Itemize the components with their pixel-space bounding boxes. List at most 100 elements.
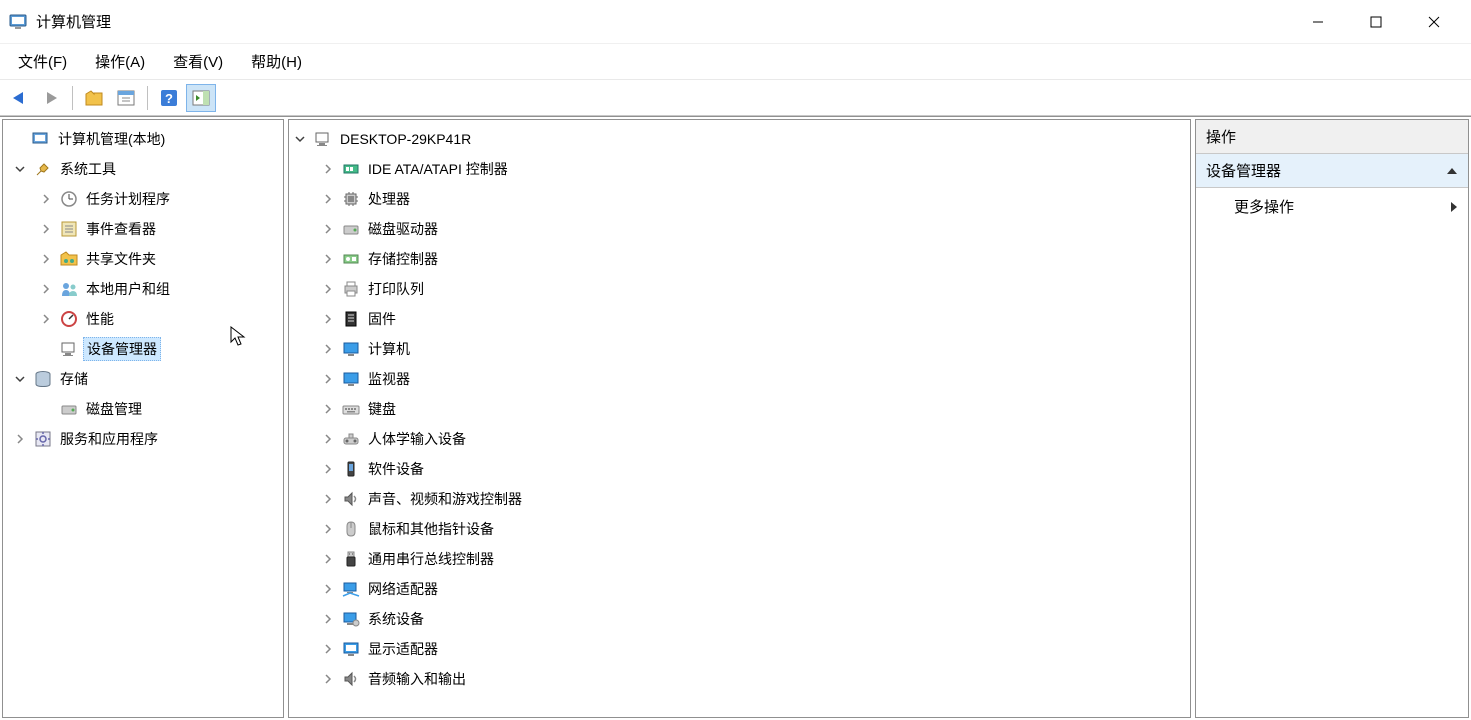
more-actions-item[interactable]: 更多操作 (1196, 188, 1468, 225)
performance-icon (59, 309, 79, 329)
device-category-audio-io[interactable]: 音频输入和输出 (289, 664, 1190, 694)
device-tree: DESKTOP-29KP41R IDE ATA/ATAPI 控制器 处理器 磁盘… (289, 120, 1190, 698)
device-category-disk-drives[interactable]: 磁盘驱动器 (289, 214, 1190, 244)
hard-disk-icon (341, 219, 361, 239)
forward-button[interactable] (36, 84, 66, 112)
maximize-button[interactable] (1347, 0, 1405, 44)
hid-icon (341, 429, 361, 449)
show-actions-pane-button[interactable] (186, 84, 216, 112)
event-log-icon (59, 219, 79, 239)
tree-device-manager[interactable]: 设备管理器 (3, 334, 283, 364)
device-category-software[interactable]: 软件设备 (289, 454, 1190, 484)
menu-file[interactable]: 文件(F) (6, 47, 79, 76)
chevron-right-icon[interactable] (37, 310, 55, 328)
device-category-computer[interactable]: 计算机 (289, 334, 1190, 364)
device-root[interactable]: DESKTOP-29KP41R (289, 124, 1190, 154)
tree-system-tools[interactable]: 系统工具 (3, 154, 283, 184)
device-category-system[interactable]: 系统设备 (289, 604, 1190, 634)
device-category-hid[interactable]: 人体学输入设备 (289, 424, 1190, 454)
system-device-icon (341, 609, 361, 629)
tree-services-apps[interactable]: 服务和应用程序 (3, 424, 283, 454)
device-category-display[interactable]: 显示适配器 (289, 634, 1190, 664)
tree-local-users[interactable]: 本地用户和组 (3, 274, 283, 304)
usb-icon (341, 549, 361, 569)
computer-management-icon (31, 129, 51, 149)
device-category-keyboards[interactable]: 键盘 (289, 394, 1190, 424)
device-category-firmware[interactable]: 固件 (289, 304, 1190, 334)
device-category-print-queues[interactable]: 打印队列 (289, 274, 1190, 304)
clock-icon (59, 189, 79, 209)
actions-section-title[interactable]: 设备管理器 (1196, 154, 1468, 188)
tree-performance[interactable]: 性能 (3, 304, 283, 334)
tree-item-label: 任务计划程序 (83, 188, 173, 210)
tree-item-label: 本地用户和组 (83, 278, 173, 300)
chevron-right-icon[interactable] (319, 430, 337, 448)
chevron-right-icon[interactable] (319, 670, 337, 688)
chevron-right-icon[interactable] (319, 340, 337, 358)
chevron-right-icon[interactable] (319, 280, 337, 298)
chevron-down-icon[interactable] (11, 370, 29, 388)
chevron-right-icon[interactable] (319, 250, 337, 268)
chevron-right-icon[interactable] (37, 280, 55, 298)
device-category-processor[interactable]: 处理器 (289, 184, 1190, 214)
chevron-down-icon[interactable] (11, 160, 29, 178)
keyboard-icon (341, 399, 361, 419)
device-category-sound[interactable]: 声音、视频和游戏控制器 (289, 484, 1190, 514)
menu-action[interactable]: 操作(A) (83, 47, 157, 76)
device-label: 音频输入和输出 (365, 668, 469, 690)
chevron-right-icon[interactable] (319, 490, 337, 508)
chevron-right-icon[interactable] (37, 220, 55, 238)
chevron-right-icon[interactable] (11, 430, 29, 448)
device-category-usb[interactable]: 通用串行总线控制器 (289, 544, 1190, 574)
tree-root[interactable]: 计算机管理(本地) (3, 124, 283, 154)
menu-help[interactable]: 帮助(H) (239, 47, 314, 76)
device-root-label: DESKTOP-29KP41R (337, 130, 474, 148)
chevron-right-icon[interactable] (319, 310, 337, 328)
chevron-right-icon[interactable] (319, 550, 337, 568)
device-label: 计算机 (365, 338, 413, 360)
tree-shared-folders[interactable]: 共享文件夹 (3, 244, 283, 274)
minimize-button[interactable] (1289, 0, 1347, 44)
toolbar-separator (72, 86, 73, 110)
chevron-right-icon[interactable] (319, 400, 337, 418)
device-category-mice[interactable]: 鼠标和其他指针设备 (289, 514, 1190, 544)
monitor-icon (341, 369, 361, 389)
chevron-right-icon[interactable] (319, 460, 337, 478)
toolbar-separator (147, 86, 148, 110)
properties-button[interactable] (111, 84, 141, 112)
device-category-storage-controllers[interactable]: 存储控制器 (289, 244, 1190, 274)
back-button[interactable] (4, 84, 34, 112)
device-label: 键盘 (365, 398, 399, 420)
tree-storage[interactable]: 存储 (3, 364, 283, 394)
speaker-icon (341, 489, 361, 509)
chevron-right-icon[interactable] (319, 520, 337, 538)
device-label: 存储控制器 (365, 248, 441, 270)
device-category-monitors[interactable]: 监视器 (289, 364, 1190, 394)
device-category-ide-ata[interactable]: IDE ATA/ATAPI 控制器 (289, 154, 1190, 184)
firmware-icon (341, 309, 361, 329)
chevron-right-icon[interactable] (37, 250, 55, 268)
tree-task-scheduler[interactable]: 任务计划程序 (3, 184, 283, 214)
device-label: 监视器 (365, 368, 413, 390)
device-manager-icon (59, 339, 79, 359)
chevron-right-icon[interactable] (319, 580, 337, 598)
tree-disk-management[interactable]: 磁盘管理 (3, 394, 283, 424)
device-label: 网络适配器 (365, 578, 441, 600)
chevron-right-icon[interactable] (319, 610, 337, 628)
chevron-right-icon[interactable] (319, 220, 337, 238)
up-button[interactable] (79, 84, 109, 112)
collapse-icon[interactable] (1446, 165, 1458, 177)
left-tree-pane: 计算机管理(本地) 系统工具 任务计划程序 (2, 119, 284, 718)
menu-view[interactable]: 查看(V) (161, 47, 235, 76)
close-button[interactable] (1405, 0, 1463, 44)
device-label: 处理器 (365, 188, 413, 210)
chevron-right-icon[interactable] (319, 160, 337, 178)
chevron-down-icon[interactable] (291, 130, 309, 148)
chevron-right-icon[interactable] (319, 640, 337, 658)
chevron-right-icon[interactable] (319, 190, 337, 208)
chevron-right-icon[interactable] (37, 190, 55, 208)
tree-event-viewer[interactable]: 事件查看器 (3, 214, 283, 244)
help-button[interactable]: ? (154, 84, 184, 112)
device-category-network[interactable]: 网络适配器 (289, 574, 1190, 604)
chevron-right-icon[interactable] (319, 370, 337, 388)
